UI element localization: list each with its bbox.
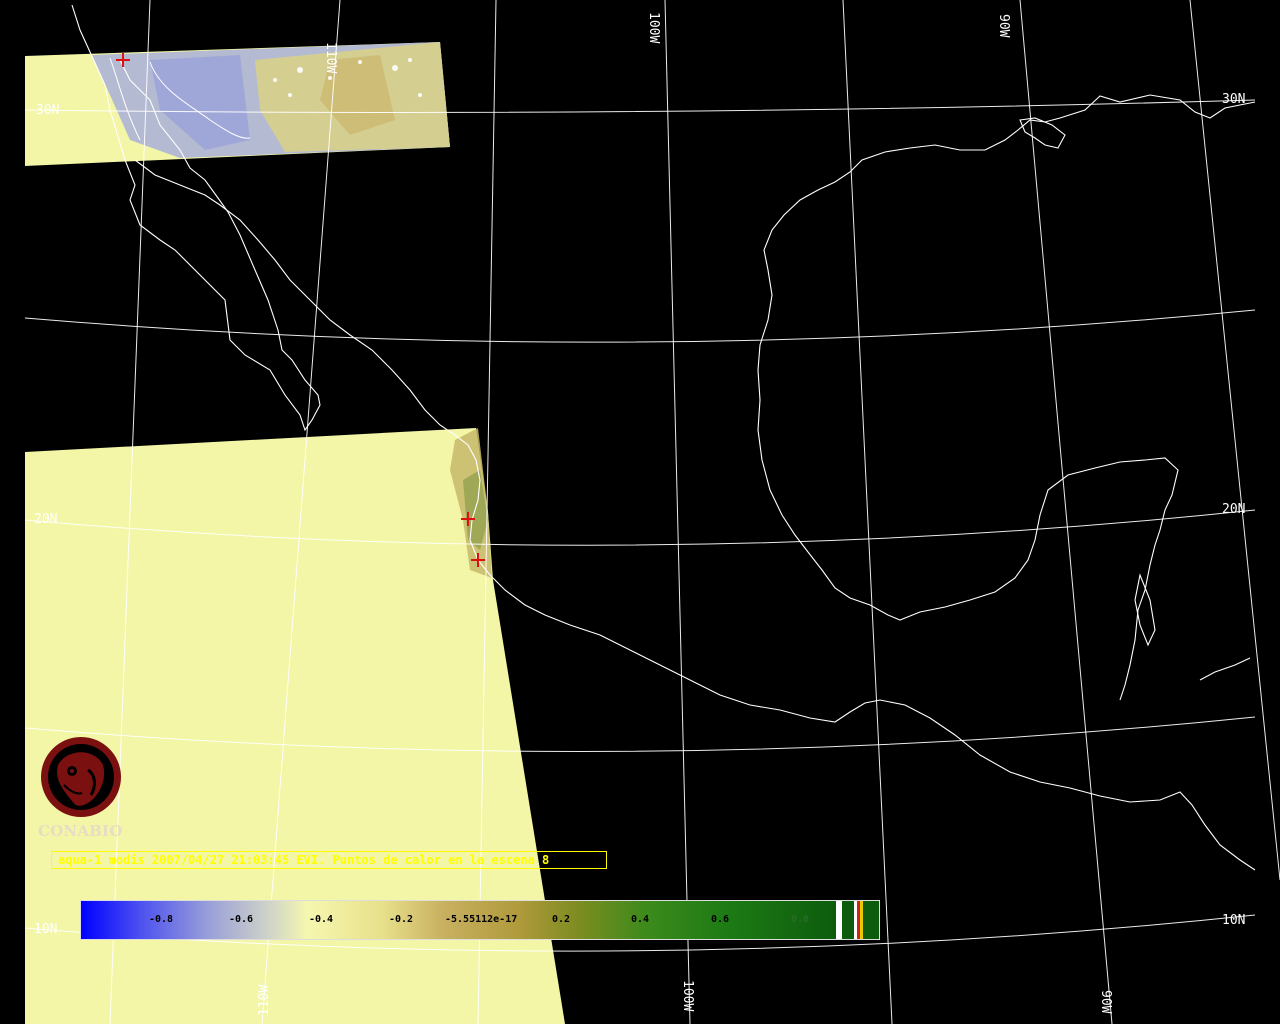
north-swath	[25, 42, 450, 166]
lat-label: 10N	[1222, 913, 1245, 928]
map-viewport[interactable]: 30N 20N 10N 30N 20N 10N 110W 100W 90W 11…	[0, 0, 1280, 1024]
lat-label: 20N	[1222, 502, 1245, 517]
colorbar-label: 0.4	[631, 914, 650, 925]
colorbar-label: 0.8	[791, 914, 810, 925]
lat-label: 20N	[34, 512, 57, 527]
colorbar-label: -0.6	[229, 914, 254, 925]
image-caption: aqua-1 modis 2007/04/27 21:03:45 EVI. Pu…	[51, 851, 607, 869]
evi-colorbar: -0.8 -0.6 -0.4 -0.2 -5.55112e-17 0.2 0.4…	[80, 900, 880, 940]
colorbar-label: -5.55112e-17	[445, 914, 518, 925]
colorbar-tail-green2	[863, 901, 879, 939]
lon-label: 100W	[646, 12, 661, 43]
colorbar-label: -0.8	[149, 914, 174, 925]
map-canvas[interactable]: 30N 20N 10N 30N 20N 10N 110W 100W 90W 11…	[0, 0, 1280, 1024]
colorbar-tail-green	[842, 901, 854, 939]
lon-label: 110W	[257, 985, 272, 1016]
lon-label: 110W	[323, 42, 338, 73]
colorbar-label: -0.2	[389, 914, 414, 925]
lat-label: 30N	[1222, 92, 1245, 107]
lon-label: 90W	[996, 14, 1011, 38]
lat-label: 10N	[34, 922, 57, 937]
conabio-logo-text: CONABIO	[38, 822, 123, 840]
colorbar-label: 0.6	[711, 914, 730, 925]
lon-label: 90W	[1098, 990, 1113, 1014]
lon-label: 100W	[680, 980, 695, 1011]
lat-label: 30N	[36, 103, 59, 118]
colorbar-label: -0.4	[309, 914, 334, 925]
colorbar-label: 0.2	[552, 914, 571, 925]
